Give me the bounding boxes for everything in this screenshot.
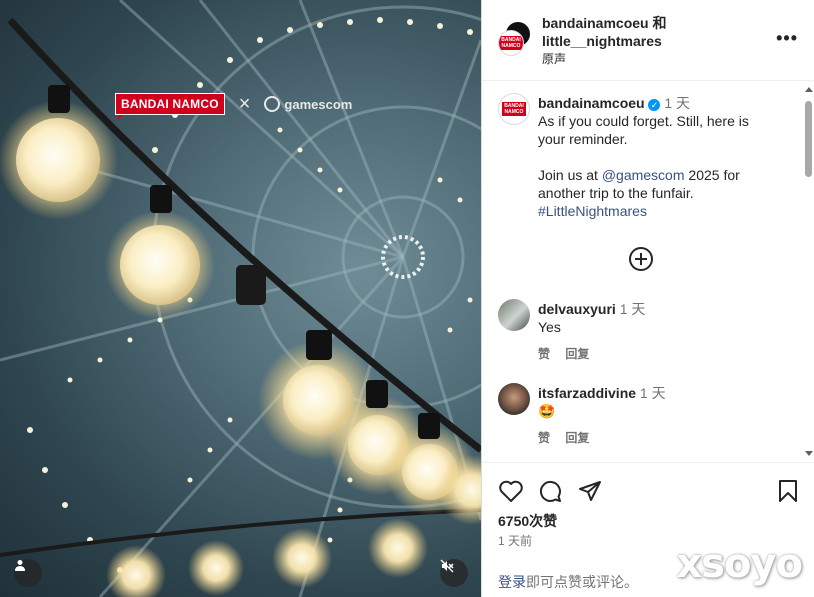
scroll-thumb[interactable] <box>805 101 812 177</box>
posted-time[interactable]: 1 天前 <box>498 532 532 549</box>
comment-icon[interactable] <box>538 479 562 503</box>
audio-label[interactable]: 原声 <box>542 50 762 68</box>
collab-x: × <box>238 93 251 115</box>
login-prompt: 登录即可点赞或评论。 <box>498 572 638 592</box>
heart-icon[interactable] <box>498 479 524 503</box>
mute-icon <box>440 559 454 573</box>
login-link[interactable]: 登录 <box>498 574 526 590</box>
comment-time[interactable]: 1 天 <box>640 385 666 401</box>
post-media[interactable]: BANDAI NAMCO × gamescom <box>0 0 481 597</box>
reply-comment-button[interactable]: 回复 <box>565 347 589 361</box>
add-comment-icon <box>635 253 647 265</box>
comment-actions: 赞 回复 <box>538 345 601 362</box>
scroll-down-arrow[interactable] <box>805 451 813 456</box>
user-tag-button[interactable] <box>14 559 42 587</box>
watermark: xsoyo <box>676 541 803 587</box>
likes-count[interactable]: 6750次赞 <box>498 511 557 531</box>
like-comment-button[interactable]: 赞 <box>538 347 550 361</box>
post-authors: bandainamcoeu 和 little__nightmares 原声 <box>542 14 762 68</box>
login-suffix: 即可点赞或评论。 <box>526 574 638 590</box>
comment-avatar[interactable] <box>498 299 530 331</box>
reply-comment-button[interactable]: 回复 <box>565 431 589 445</box>
gamescom-text: gamescom <box>284 96 353 112</box>
comment-time[interactable]: 1 天 <box>620 301 646 317</box>
share-icon[interactable] <box>578 479 602 503</box>
mention-gamescom[interactable]: @gamescom <box>602 167 685 183</box>
avatar-bandainamco[interactable]: BANDAI NAMCO <box>498 30 524 56</box>
user-tag-icon <box>15 560 25 571</box>
caption: bandainamcoeu ✓ 1 天 As if you could forg… <box>538 94 778 220</box>
ferris-wheel-lights-image <box>0 0 481 597</box>
caption-line-2: Join us at @gamescom 2025 for another tr… <box>538 166 778 202</box>
like-comment-button[interactable]: 赞 <box>538 431 550 445</box>
hashtag-littlenightmares[interactable]: #LittleNightmares <box>538 202 778 220</box>
post-header: BANDAI NAMCO bandainamcoeu 和 little__nigh… <box>482 0 814 81</box>
comment-text: Yes <box>538 319 561 335</box>
bookmark-icon[interactable] <box>778 479 798 503</box>
comment-username[interactable]: delvauxyuri <box>538 301 616 317</box>
author-line-2[interactable]: little__nightmares <box>542 32 762 50</box>
bandai-namco-logo: BANDAI NAMCO <box>115 93 225 120</box>
author-line-1[interactable]: bandainamcoeu 和 <box>542 14 762 32</box>
comments-scrollbar[interactable] <box>802 81 814 462</box>
comment: delvauxyuri 1 天 Yes <box>538 300 778 336</box>
verified-icon: ✓ <box>648 99 661 111</box>
caption-line-1: As if you could forget. Still, here is y… <box>538 113 749 147</box>
brand-logos: BANDAI NAMCO × gamescom <box>115 93 352 120</box>
load-more-comments-button[interactable] <box>629 247 653 271</box>
gamescom-ring-icon <box>264 96 281 112</box>
comment-text: 🤩 <box>538 403 556 419</box>
comment-avatar[interactable] <box>498 383 530 415</box>
scroll-up-arrow[interactable] <box>805 87 813 92</box>
mute-button[interactable] <box>440 559 468 587</box>
caption-username[interactable]: bandainamcoeu <box>538 95 645 111</box>
comment-username[interactable]: itsfarzaddivine <box>538 385 636 401</box>
comment: itsfarzaddivine 1 天 🤩 <box>538 384 778 420</box>
post-panel: BANDAI NAMCO bandainamcoeu 和 little__nigh… <box>481 0 814 597</box>
more-options-button[interactable]: ••• <box>776 28 798 49</box>
caption-time[interactable]: 1 天 <box>664 95 690 111</box>
comment-actions: 赞 回复 <box>538 429 601 446</box>
caption-avatar[interactable]: BANDAI NAMCO <box>498 93 530 125</box>
gamescom-logo: gamescom <box>264 96 352 112</box>
comments-section[interactable]: BANDAI NAMCO bandainamcoeu ✓ 1 天 As if yo… <box>482 81 814 462</box>
caption-join-prefix: Join us at <box>538 167 602 183</box>
